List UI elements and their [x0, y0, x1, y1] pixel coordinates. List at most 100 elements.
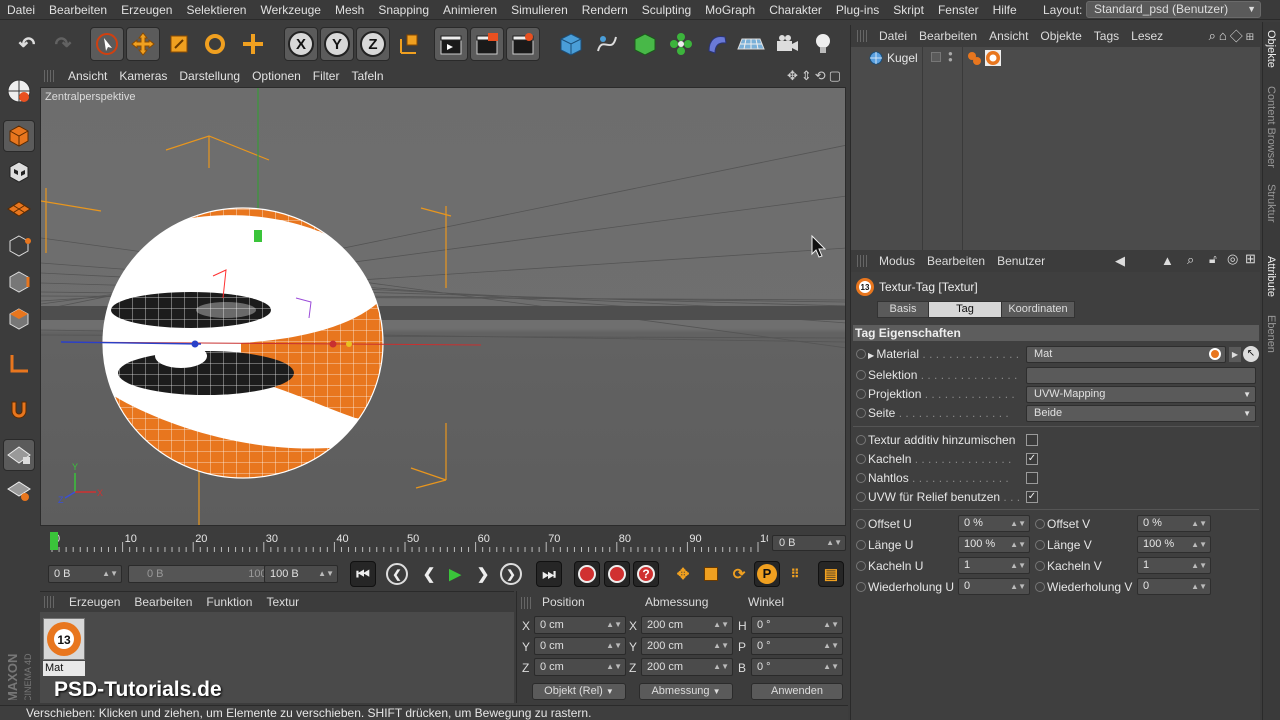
offset-u-field[interactable]: 0 % ▲▼: [958, 515, 1030, 532]
rot-b-field[interactable]: 0 ° ▲▼: [751, 658, 843, 676]
wiederholung-v-field[interactable]: 0 ▲▼: [1137, 578, 1211, 595]
scale-tool-button[interactable]: [162, 27, 196, 61]
snap-button[interactable]: [3, 394, 35, 426]
cloner-button[interactable]: [664, 27, 698, 61]
coordinate-system-button[interactable]: [392, 27, 426, 61]
back-arrow-icon[interactable]: ◀: [1115, 253, 1125, 269]
animation-dot-icon[interactable]: [856, 435, 866, 445]
menu-datei[interactable]: Datei: [0, 3, 42, 17]
search-icon[interactable]: ⌕: [1209, 28, 1219, 43]
pos-y-field[interactable]: 0 cm ▲▼: [534, 637, 626, 655]
animation-dot-icon[interactable]: [856, 408, 866, 418]
animation-dot-icon[interactable]: [856, 492, 866, 502]
menu-charakter[interactable]: Charakter: [762, 3, 829, 17]
obj-menu-datei[interactable]: Datei: [873, 29, 913, 43]
tab-content-browser[interactable]: Content Browser: [1265, 86, 1277, 168]
attr-menu-bearbeiten[interactable]: Bearbeiten: [921, 254, 991, 268]
axis-mode-button[interactable]: [3, 348, 35, 380]
next-key-button[interactable]: ❯: [500, 563, 522, 585]
mat-menu-erzeugen[interactable]: Erzeugen: [62, 595, 127, 609]
menu-bearbeiten[interactable]: Bearbeiten: [42, 3, 114, 17]
timeline-window-button[interactable]: ▤: [818, 561, 844, 587]
timeline-ruler[interactable]: 0102030405060708090100: [50, 530, 768, 554]
timeline[interactable]: 0102030405060708090100 0 B▲▼: [40, 530, 848, 556]
menu-mesh[interactable]: Mesh: [328, 3, 371, 17]
animation-dot-icon[interactable]: [856, 454, 866, 464]
seite-select[interactable]: Beide ▼: [1026, 405, 1256, 422]
coordinate-mode-select[interactable]: Objekt (Rel) ▼: [532, 683, 626, 700]
animation-dot-icon[interactable]: [856, 561, 866, 571]
end-frame-field[interactable]: 100 B ▲▼: [264, 565, 338, 583]
textured-sphere[interactable]: [101, 208, 391, 488]
menu-animieren[interactable]: Animieren: [436, 3, 504, 17]
keyframe-selection-button[interactable]: ?: [633, 561, 659, 587]
new-window-icon[interactable]: ⊞: [1246, 28, 1257, 43]
key-parameter-button[interactable]: P: [754, 561, 780, 587]
menu-simulieren[interactable]: Simulieren: [504, 3, 575, 17]
go-to-end-button[interactable]: ⏭: [536, 561, 562, 587]
maximize-view-icon[interactable]: ▢: [829, 68, 844, 83]
vp-menu-tafeln[interactable]: Tafeln: [345, 69, 389, 83]
kacheln-v-field[interactable]: 1 ▲▼: [1137, 557, 1211, 574]
dolly-view-icon[interactable]: ⇕: [801, 68, 815, 83]
menu-erzeugen[interactable]: Erzeugen: [114, 3, 179, 17]
size-x-field[interactable]: 200 cm ▲▼: [641, 616, 733, 634]
material-thumbnail[interactable]: 13: [43, 618, 85, 660]
animation-dot-icon[interactable]: [1035, 519, 1045, 529]
render-settings-button[interactable]: [506, 27, 540, 61]
rotate-view-icon[interactable]: ⟲: [815, 68, 829, 83]
cube-primitive-button[interactable]: [554, 27, 588, 61]
vp-menu-ansicht[interactable]: Ansicht: [62, 69, 113, 83]
move-tool-button[interactable]: [126, 27, 160, 61]
collapse-icon[interactable]: ◇: [1230, 28, 1246, 43]
tab-ebenen[interactable]: Ebenen: [1265, 315, 1277, 353]
redo-button[interactable]: ↷: [46, 27, 80, 61]
points-mode-button[interactable]: [3, 230, 35, 262]
layout-select[interactable]: Standard_psd (Benutzer) ▼: [1086, 1, 1261, 18]
animation-dot-icon[interactable]: [856, 389, 866, 399]
record-active-button[interactable]: [574, 561, 600, 587]
vp-menu-kameras[interactable]: Kameras: [113, 69, 173, 83]
wiederholung-u-field[interactable]: 0 ▲▼: [958, 578, 1030, 595]
autokey-button[interactable]: [604, 561, 630, 587]
menu-mograph[interactable]: MoGraph: [698, 3, 762, 17]
pick-cursor-icon[interactable]: ↖: [1243, 346, 1259, 362]
search-icon[interactable]: ⌕: [1187, 252, 1194, 268]
rot-h-field[interactable]: 0 ° ▲▼: [751, 616, 843, 634]
obj-menu-bearbeiten[interactable]: Bearbeiten: [913, 29, 983, 43]
z-axis-lock-button[interactable]: Z: [356, 27, 390, 61]
up-arrow-icon[interactable]: ▲: [1161, 253, 1174, 268]
attr-menu-benutzer[interactable]: Benutzer: [991, 254, 1051, 268]
3d-viewport[interactable]: Y Z X Zentralperspektive: [40, 87, 846, 526]
floor-button[interactable]: [734, 27, 768, 61]
texture-mode-button[interactable]: [3, 156, 35, 188]
size-mode-select[interactable]: Abmessung ▼: [639, 683, 733, 700]
texture-tag-icon[interactable]: [985, 50, 1001, 66]
key-position-button[interactable]: ✥: [670, 561, 696, 587]
menu-sculpting[interactable]: Sculpting: [635, 3, 698, 17]
key-scale-button[interactable]: [698, 561, 724, 587]
tab-struktur[interactable]: Struktur: [1265, 184, 1277, 223]
rotate-tool-button[interactable]: [198, 27, 232, 61]
workplane-lock-button[interactable]: [3, 439, 35, 471]
home-icon[interactable]: ⌂: [1219, 28, 1230, 43]
offset-v-field[interactable]: 0 % ▲▼: [1137, 515, 1211, 532]
render-picture-viewer-button[interactable]: [470, 27, 504, 61]
obj-menu-objekte[interactable]: Objekte: [1034, 29, 1087, 43]
animation-dot-icon[interactable]: [1035, 540, 1045, 550]
subdivision-surface-button[interactable]: [628, 27, 662, 61]
key-rotation-button[interactable]: ⟳: [726, 561, 752, 587]
link-arrow-icon[interactable]: ▶: [1229, 347, 1241, 362]
undo-button[interactable]: ↶: [10, 27, 44, 61]
pos-z-field[interactable]: 0 cm ▲▼: [534, 658, 626, 676]
object-name[interactable]: Kugel: [887, 51, 918, 65]
uvw-relief-checkbox[interactable]: ✓: [1026, 491, 1038, 503]
edges-mode-button[interactable]: [3, 266, 35, 298]
apply-button[interactable]: Anwenden: [751, 683, 843, 700]
tab-attribute[interactable]: Attribute: [1265, 256, 1277, 297]
menu-selektieren[interactable]: Selektieren: [179, 3, 253, 17]
mat-menu-textur[interactable]: Textur: [259, 595, 306, 609]
transform-tool-button[interactable]: [236, 27, 270, 61]
tab-objekte[interactable]: Objekte: [1265, 30, 1277, 68]
go-to-start-button[interactable]: ⏮: [350, 561, 376, 587]
